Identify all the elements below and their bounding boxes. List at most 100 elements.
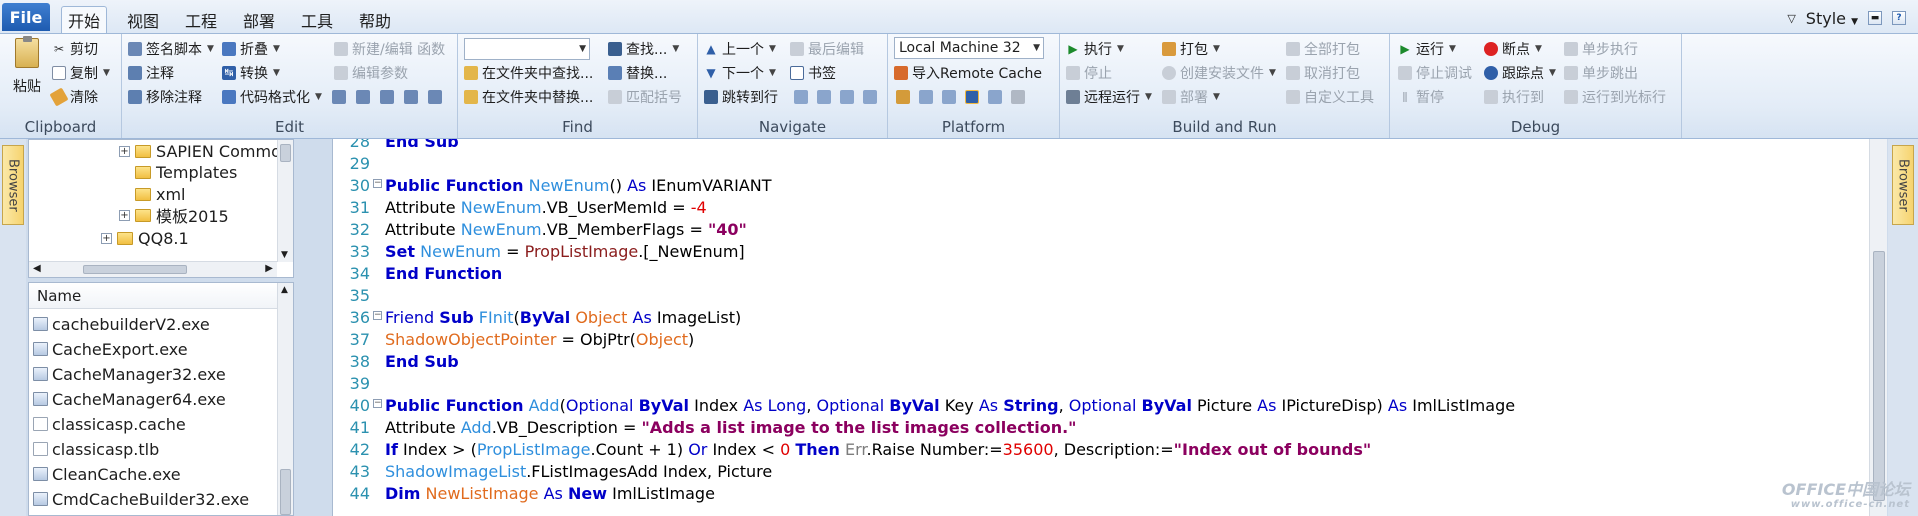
step-over-button[interactable]: 单步跳出 [1564, 62, 1638, 83]
list-item[interactable]: CmdCacheBuilder32.exe [33, 487, 249, 511]
stop-debug-button[interactable]: 停止调试 [1398, 62, 1472, 83]
find-in-files-button[interactable]: 在文件夹中查找... [464, 62, 593, 83]
replace-button[interactable]: 替换... [608, 62, 667, 83]
goto-line-button[interactable]: 跳转到行 [704, 86, 778, 107]
next-button[interactable]: ▼ 下一个 ▼ [704, 62, 776, 83]
code-line[interactable]: 34 End Function [333, 264, 1868, 286]
remove-comment-button[interactable]: 移除注释 [128, 86, 202, 107]
sign-script-button[interactable]: 签名脚本 ▼ [128, 38, 214, 59]
platform-64bit-icon[interactable] [988, 89, 1002, 104]
collapse-ribbon-icon[interactable]: ▽ [1787, 12, 1795, 25]
tab-project[interactable]: 工程 [180, 6, 222, 33]
code-line[interactable]: 44 Dim NewListImage As New ImlListImage [333, 484, 1868, 506]
code-line[interactable]: 35 [333, 286, 1868, 308]
cancel-package-button[interactable]: 取消打包 [1286, 62, 1360, 83]
platform-32bit-icon[interactable] [965, 89, 979, 104]
clear-button[interactable]: 清除 [49, 86, 98, 107]
indent-left-icon[interactable] [332, 89, 346, 104]
browser-tab-left[interactable]: Browser [2, 145, 24, 225]
style-menu[interactable]: Style ▼ [1806, 9, 1858, 28]
refresh-icon[interactable] [942, 89, 956, 104]
tab-home[interactable]: 开始 [61, 6, 107, 33]
format-code-button[interactable]: 代码格式化 ▼ [222, 86, 322, 107]
tab-tools[interactable]: 工具 [296, 6, 338, 33]
clear-bookmarks-icon[interactable] [840, 89, 854, 104]
scrollbar-thumb[interactable] [280, 469, 291, 515]
find-button[interactable]: 查找... ▼ [608, 38, 679, 59]
breakpoint-button[interactable]: 断点 ▼ [1484, 38, 1542, 59]
scrollbar-thumb[interactable] [83, 265, 187, 274]
tree-item[interactable]: + SAPIEN Commo [119, 140, 281, 162]
last-edit-button[interactable]: 最后编辑 [790, 38, 864, 59]
browser-tab-right[interactable]: Browser [1892, 145, 1914, 225]
code-line[interactable]: 42 If Index > (PropListImage.Count + 1) O… [333, 440, 1868, 462]
package-button[interactable]: 打包 ▼ [1162, 38, 1220, 59]
paste-button[interactable]: 粘贴 [8, 36, 46, 102]
comment-button[interactable]: 注释 [128, 62, 174, 83]
pause-button[interactable]: ǁ 暂停 [1398, 86, 1444, 107]
cut-button[interactable]: ✂ 剪切 [52, 38, 98, 59]
tracepoint-button[interactable]: 跟踪点 ▼ [1484, 62, 1556, 83]
tree-item[interactable]: Templates [135, 161, 237, 183]
copy-button[interactable]: 复制 ▼ [52, 62, 110, 83]
list-item[interactable]: classicasp.cache [33, 412, 186, 436]
replace-in-files-button[interactable]: 在文件夹中替换... [464, 86, 593, 107]
tree-item[interactable]: + QQ8.1 [101, 227, 189, 249]
tab-file[interactable]: File [2, 3, 50, 31]
code-editor[interactable]: 28 End Sub 29 30− Public Function NewEnum() … [332, 139, 1887, 516]
help-icon[interactable]: ? [1892, 11, 1906, 25]
code-line[interactable]: 28 End Sub [333, 139, 1868, 154]
scroll-right-icon[interactable]: ▶ [265, 263, 273, 274]
code-line[interactable]: 29 [333, 154, 1868, 176]
code-line[interactable]: 39 [333, 374, 1868, 396]
expand-icon[interactable]: + [119, 145, 130, 157]
package-all-button[interactable]: 全部打包 [1286, 38, 1360, 59]
code-line[interactable]: 41 Attribute Add.VB_Description = "Adds a… [333, 418, 1868, 440]
stop-button[interactable]: 停止 [1066, 62, 1112, 83]
collapse-icon[interactable]: − [373, 311, 382, 320]
convert-button[interactable]: ↹ 转换 ▼ [222, 62, 280, 83]
file-list-scrollbar[interactable]: ▲ [277, 283, 293, 515]
edit-params-button[interactable]: 编辑参数 [334, 62, 408, 83]
code-line[interactable]: 33 Set NewEnum = PropListImage.[_NewEnum] [333, 242, 1868, 264]
previous-button[interactable]: ▲ 上一个 ▼ [704, 38, 776, 59]
code-line[interactable]: 31 Attribute NewEnum.VB_UserMemId = -4 [333, 198, 1868, 220]
expand-icon[interactable]: + [101, 232, 112, 244]
list-item[interactable]: CleanCache.exe [33, 462, 181, 486]
list-item[interactable]: CacheManager64.exe [33, 387, 226, 411]
collapse-icon[interactable]: − [373, 179, 382, 188]
list-item[interactable]: cachebuilderV2.exe [33, 312, 210, 336]
fold-button[interactable]: 折叠 ▼ [222, 38, 280, 59]
tab-deploy[interactable]: 部署 [238, 6, 280, 33]
code-line[interactable]: 43 ShadowImageList.FListImagesAdd Index, … [333, 462, 1868, 484]
code-line[interactable]: 32 Attribute NewEnum.VB_MemberFlags = "40… [333, 220, 1868, 242]
list-item[interactable]: classicasp.tlb [33, 437, 159, 461]
run-to-cursor-button[interactable]: 运行到光标行 [1564, 86, 1666, 107]
scroll-up-icon[interactable]: ▲ [281, 285, 288, 295]
code-line[interactable]: 36− Friend Sub FInit(ByVal Object As Imag… [333, 308, 1868, 330]
code-line[interactable]: 40− Public Function Add(Optional ByVal In… [333, 396, 1868, 418]
scrollbar-thumb[interactable] [280, 144, 291, 162]
bookmark-list-icon[interactable] [863, 89, 877, 104]
execute-button[interactable]: ▶ 执行 ▼ [1066, 38, 1124, 59]
edit-block-icon[interactable] [404, 89, 418, 104]
code-line[interactable]: 38 End Sub [333, 352, 1868, 374]
minimize-icon[interactable]: ▬ [1868, 11, 1882, 25]
scrollbar-thumb[interactable] [1873, 251, 1885, 501]
tree-item[interactable]: xml [135, 183, 186, 205]
search-combo[interactable]: ▼ [464, 38, 590, 60]
new-edit-function-button[interactable]: 新建/编辑 函数 [334, 38, 445, 59]
tree-horizontal-scrollbar[interactable]: ◀ ▶ [29, 261, 277, 277]
scroll-left-icon[interactable]: ◀ [33, 263, 41, 274]
registry-icon[interactable] [919, 89, 933, 104]
list-icon[interactable] [380, 89, 394, 104]
run-to-button[interactable]: 执行到 [1484, 86, 1544, 107]
custom-tools-button[interactable]: 自定义工具 [1286, 86, 1374, 107]
import-remote-cache-button[interactable]: 导入Remote Cache [894, 62, 1042, 83]
platform-select[interactable]: Local Machine 32 ▼ [894, 37, 1044, 59]
run-button[interactable]: ▶ 运行 ▼ [1398, 38, 1456, 59]
scroll-down-icon[interactable]: ▼ [281, 250, 288, 260]
match-brackets-button[interactable]: 匹配括号 [608, 86, 682, 107]
bookmark-button[interactable]: 书签 [790, 62, 836, 83]
code-line[interactable]: 37 ShadowObjectPointer = ObjPtr(Object) [333, 330, 1868, 352]
